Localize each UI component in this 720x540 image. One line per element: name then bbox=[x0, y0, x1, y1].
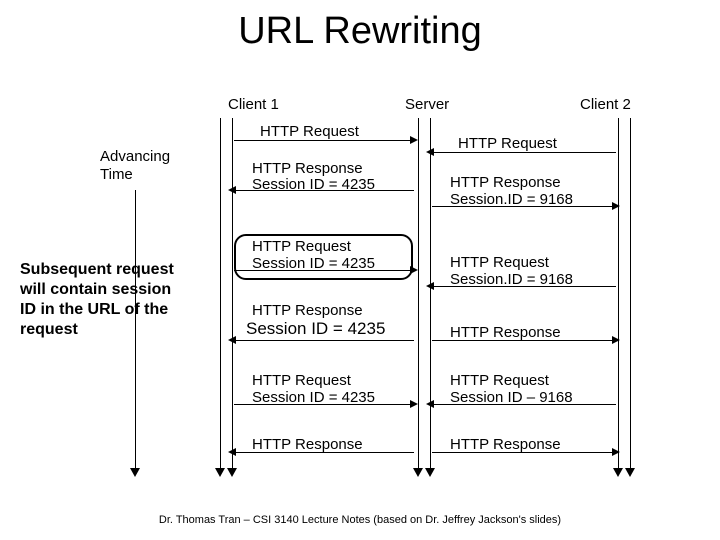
server-lifeline-b bbox=[430, 118, 431, 470]
c2-req2-label: HTTP Request bbox=[450, 254, 549, 271]
time-axis bbox=[135, 190, 136, 470]
c2-req2-sid: Session.ID = 9168 bbox=[450, 271, 573, 288]
client2-arrow-b bbox=[625, 468, 635, 477]
c2-res2-label: HTTP Response bbox=[450, 324, 561, 341]
footer-text: Dr. Thomas Tran – CSI 3140 Lecture Notes… bbox=[0, 514, 720, 526]
c1-res2-sid: Session ID = 4235 bbox=[246, 319, 385, 339]
client2-lifeline-a bbox=[618, 118, 619, 470]
c2-res3-arrow bbox=[612, 448, 620, 456]
c2-res1-arrow bbox=[612, 202, 620, 210]
c2-res1-label: HTTP Response bbox=[450, 174, 561, 191]
server-lifeline-a bbox=[418, 118, 419, 470]
c1-req3-arrow bbox=[410, 400, 418, 408]
c1-res1-arrow bbox=[228, 186, 236, 194]
time-axis-arrow bbox=[130, 468, 140, 477]
c1-req3-sid: Session ID = 4235 bbox=[252, 389, 375, 406]
client2-label: Client 2 bbox=[580, 96, 631, 113]
client1-arrow-b bbox=[227, 468, 237, 477]
server-arrow-b bbox=[425, 468, 435, 477]
client1-arrow-a bbox=[215, 468, 225, 477]
slide: URL Rewriting Subsequent request will co… bbox=[0, 0, 720, 540]
c1-res3-arrow bbox=[228, 448, 236, 456]
callout-box bbox=[234, 234, 413, 280]
c1-req1-line bbox=[234, 140, 414, 141]
client1-lifeline-b bbox=[232, 118, 233, 470]
server-arrow-a bbox=[413, 468, 423, 477]
server-label: Server bbox=[405, 96, 449, 113]
c2-req1-arrow bbox=[426, 148, 434, 156]
client2-lifeline-b bbox=[630, 118, 631, 470]
c1-res1-sid: Session ID = 4235 bbox=[252, 176, 375, 193]
c1-req3-label: HTTP Request bbox=[252, 372, 351, 389]
c2-req3-label: HTTP Request bbox=[450, 372, 549, 389]
time-label: Time bbox=[100, 166, 133, 183]
client2-arrow-a bbox=[613, 468, 623, 477]
c2-req3-sid: Session ID – 9168 bbox=[450, 389, 573, 406]
advancing-label: Advancing bbox=[100, 148, 170, 165]
client1-label: Client 1 bbox=[228, 96, 279, 113]
client1-lifeline-a bbox=[220, 118, 221, 470]
c2-req2-arrow bbox=[426, 282, 434, 290]
c2-req1-label: HTTP Request bbox=[458, 135, 557, 152]
c2-res3-label: HTTP Response bbox=[450, 436, 561, 453]
c1-res1-label: HTTP Response bbox=[252, 160, 363, 177]
c2-req3-arrow bbox=[426, 400, 434, 408]
c1-req1-label: HTTP Request bbox=[260, 123, 359, 140]
sequence-diagram: Advancing Time Client 1 Server Client 2 … bbox=[140, 90, 700, 490]
slide-title: URL Rewriting bbox=[0, 10, 720, 53]
c1-res2-arrow bbox=[228, 336, 236, 344]
c1-res2-line bbox=[234, 340, 414, 341]
c1-res3-label: HTTP Response bbox=[252, 436, 363, 453]
c1-req1-arrow bbox=[410, 136, 418, 144]
c2-res1-sid: Session.ID = 9168 bbox=[450, 191, 573, 208]
c2-req1-line bbox=[432, 152, 616, 153]
c2-res2-arrow bbox=[612, 336, 620, 344]
c1-res2-label: HTTP Response bbox=[252, 302, 363, 319]
